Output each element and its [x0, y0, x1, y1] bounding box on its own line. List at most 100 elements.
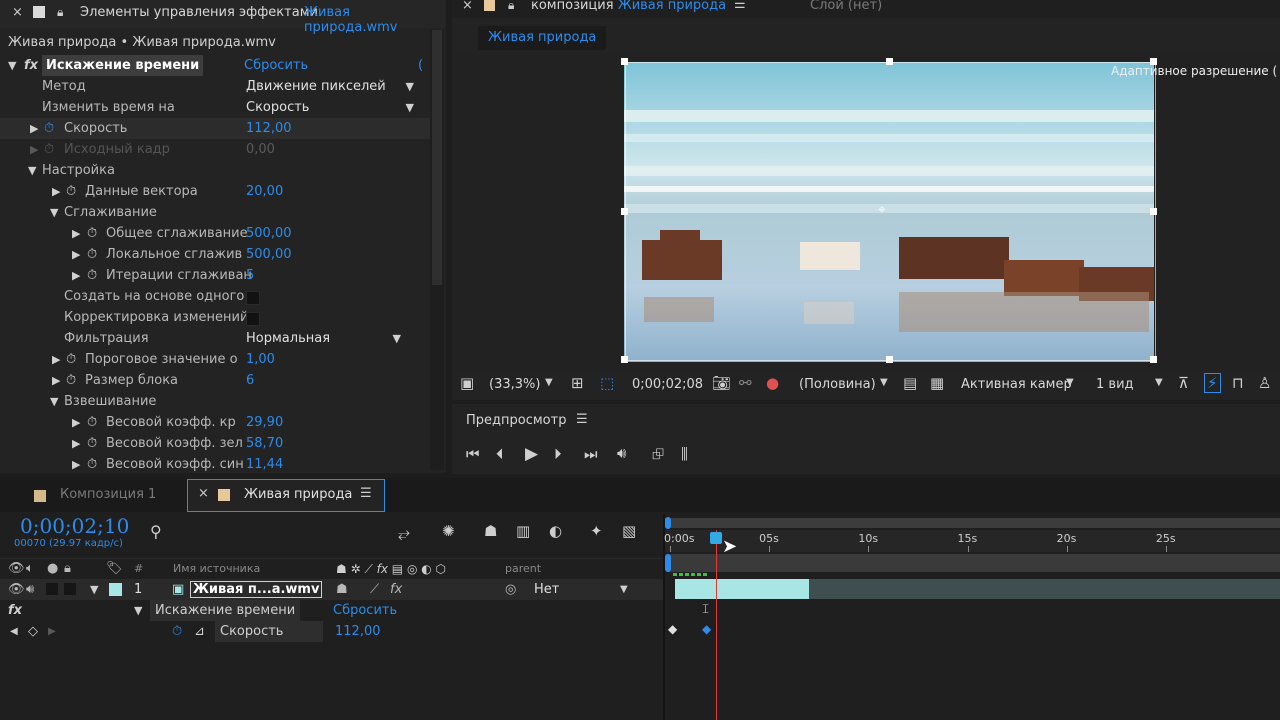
pickwhip-icon[interactable]: ◎: [505, 579, 516, 600]
stopwatch-icon[interactable]: ⏱︎: [172, 621, 182, 642]
effect-row[interactable]: fx ▼ Искажение времени Сбросить: [0, 600, 663, 621]
tab-active[interactable]: × Живая природа ☰: [187, 479, 385, 512]
stopwatch-icon[interactable]: ⏱︎: [87, 433, 97, 454]
twirl-down-icon[interactable]: ▼: [90, 579, 98, 600]
close-icon[interactable]: ×: [12, 5, 23, 20]
stopwatch-icon[interactable]: ⏱︎: [66, 181, 76, 202]
twirl-right-icon[interactable]: ▶: [52, 370, 60, 391]
twirl-down-icon[interactable]: ▼: [50, 202, 58, 223]
twirl-right-icon[interactable]: ▶: [72, 265, 80, 286]
lock-icon[interactable]: 🔒︎: [64, 559, 71, 579]
stopwatch-icon[interactable]: ⏱︎: [87, 244, 97, 265]
quality-switch-icon[interactable]: ⟋: [370, 579, 379, 600]
timeline-effect-reset[interactable]: Сбросить: [333, 600, 397, 621]
lock-icon[interactable]: 🔒︎: [508, 0, 514, 13]
stopwatch-icon[interactable]: ⏱︎: [44, 118, 54, 139]
label-color-swatch[interactable]: [109, 583, 122, 596]
green-weight-value[interactable]: 58,70: [246, 433, 283, 454]
shy-switch-icon[interactable]: ☗: [336, 579, 348, 600]
current-time[interactable]: 0;00;02;08: [632, 377, 703, 392]
audio-icon[interactable]: 🔊︎: [26, 579, 34, 600]
mask-icon[interactable]: ⬚: [600, 374, 614, 392]
previous-frame-icon[interactable]: ⏴︎: [496, 445, 504, 463]
navigator-bar[interactable]: [665, 518, 1280, 528]
comp-tab-label[interactable]: композиция: [531, 0, 614, 13]
layer-name[interactable]: Живая п...a.wmv: [190, 581, 323, 598]
playhead-handle[interactable]: [710, 532, 723, 544]
chevron-down-icon[interactable]: ▼: [1155, 377, 1163, 388]
handle[interactable]: [1150, 356, 1157, 363]
build-from-one-checkbox[interactable]: [246, 291, 260, 305]
anchor-point-icon[interactable]: ⌖: [878, 202, 886, 218]
frame-blending-icon[interactable]: ▥: [516, 522, 530, 540]
stopwatch-icon[interactable]: ⏱︎: [87, 454, 97, 473]
first-frame-icon[interactable]: ⏮︎: [466, 445, 480, 463]
scrollbar[interactable]: [430, 30, 444, 470]
close-icon[interactable]: ×: [198, 486, 209, 501]
twirl-right-icon[interactable]: ▶: [72, 454, 80, 473]
draft-3d-icon[interactable]: ✺: [442, 522, 455, 540]
twirl-down-icon[interactable]: ▼: [28, 160, 36, 181]
speed-value[interactable]: 112,00: [246, 118, 292, 139]
graph-editor-icon[interactable]: ▧: [622, 522, 636, 540]
eye-icon[interactable]: 👁︎: [8, 579, 25, 600]
menu-icon[interactable]: ☰: [360, 486, 372, 501]
lock-icon[interactable]: 🔒︎: [57, 5, 63, 20]
chevron-down-icon[interactable]: ▼: [620, 579, 628, 600]
effect-header-row[interactable]: ▼ fx Искажение времени Сбросить (: [0, 55, 440, 76]
twirl-right-icon[interactable]: ▶: [52, 349, 60, 370]
link-icon[interactable]: ⚯: [739, 374, 752, 392]
chevron-down-icon[interactable]: ▼: [880, 377, 888, 388]
label-icon[interactable]: 🏷︎: [106, 559, 123, 579]
stopwatch-icon[interactable]: ⏱︎: [66, 349, 76, 370]
next-frame-icon[interactable]: ⏵︎: [554, 445, 562, 463]
menu-icon[interactable]: ☰: [734, 0, 746, 12]
effect-controls-tab-label[interactable]: Элементы управления эффектами: [80, 5, 318, 20]
camera-dropdown[interactable]: Активная камер: [961, 377, 1072, 392]
handle[interactable]: [1150, 208, 1157, 215]
vector-value[interactable]: 20,00: [246, 181, 283, 202]
twirl-right-icon[interactable]: ▶: [52, 181, 60, 202]
zoom-dropdown[interactable]: (33,3%): [489, 377, 540, 392]
handle[interactable]: [621, 356, 628, 363]
scrollbar-thumb[interactable]: [432, 30, 442, 285]
grid-icon[interactable]: ⊞: [571, 374, 584, 392]
stopwatch-icon[interactable]: ⏱︎: [87, 223, 97, 244]
color-channels-icon[interactable]: ●: [766, 374, 779, 392]
navigator-start-handle[interactable]: [665, 517, 671, 529]
fast-preview-icon[interactable]: ▤: [903, 374, 917, 392]
flowchart-icon[interactable]: ⊓: [1232, 374, 1244, 392]
chevron-down-icon[interactable]: ▼: [545, 377, 553, 388]
chevron-down-icon[interactable]: ▼: [1066, 377, 1074, 388]
weighting-row[interactable]: ▼ Взвешивание: [0, 391, 440, 412]
settings-row[interactable]: ▼ Настройка: [0, 160, 440, 181]
timecode-display[interactable]: 0;00;02;10: [20, 514, 129, 538]
tab-composition-1[interactable]: Композиция 1: [20, 482, 185, 510]
solo-icon[interactable]: ●: [47, 559, 58, 579]
column-parent[interactable]: parent: [505, 559, 541, 579]
audio-icon[interactable]: 🔊︎: [617, 444, 626, 462]
reset-exposure-icon[interactable]: ⊼: [1178, 374, 1189, 392]
local-smoothing-value[interactable]: 500,00: [246, 244, 292, 265]
effect-name[interactable]: Искажение времени: [42, 55, 204, 76]
layer-tab[interactable]: Слой (нет): [810, 0, 882, 13]
ram-preview-icon[interactable]: ⫼: [681, 445, 688, 463]
last-frame-icon[interactable]: ⏭︎: [584, 445, 598, 463]
keyframe-nav-next-icon[interactable]: ▶: [48, 621, 56, 642]
switches-icons[interactable]: ☗ ✲ ⟋ fx ▤ ◎ ◐ ⬡: [336, 559, 446, 579]
layer-row[interactable]: 👁︎ 🔊︎ ▼ 1 ▣ Живая п...a.wmv ☗ ⟋ fx ◎ Нет…: [0, 579, 663, 600]
work-area-bar[interactable]: [667, 554, 1280, 572]
keyframe-start[interactable]: ◆: [668, 622, 677, 636]
timeline-effect-name[interactable]: Искажение времени: [150, 600, 301, 621]
handle[interactable]: [886, 356, 893, 363]
stopwatch-icon[interactable]: ⏱︎: [66, 370, 76, 391]
views-dropdown[interactable]: 1 вид: [1096, 377, 1134, 392]
motion-blur-icon[interactable]: ◐: [549, 522, 562, 540]
reset-link[interactable]: Сбросить: [244, 55, 308, 76]
handle[interactable]: [886, 58, 893, 65]
blue-weight-value[interactable]: 11,44: [246, 454, 283, 473]
twirl-down-icon[interactable]: ▼: [134, 600, 142, 621]
twirl-right-icon[interactable]: ▶: [72, 223, 80, 244]
preview-title[interactable]: Предпросмотр: [466, 413, 566, 428]
fx-icon[interactable]: fx: [8, 600, 22, 621]
